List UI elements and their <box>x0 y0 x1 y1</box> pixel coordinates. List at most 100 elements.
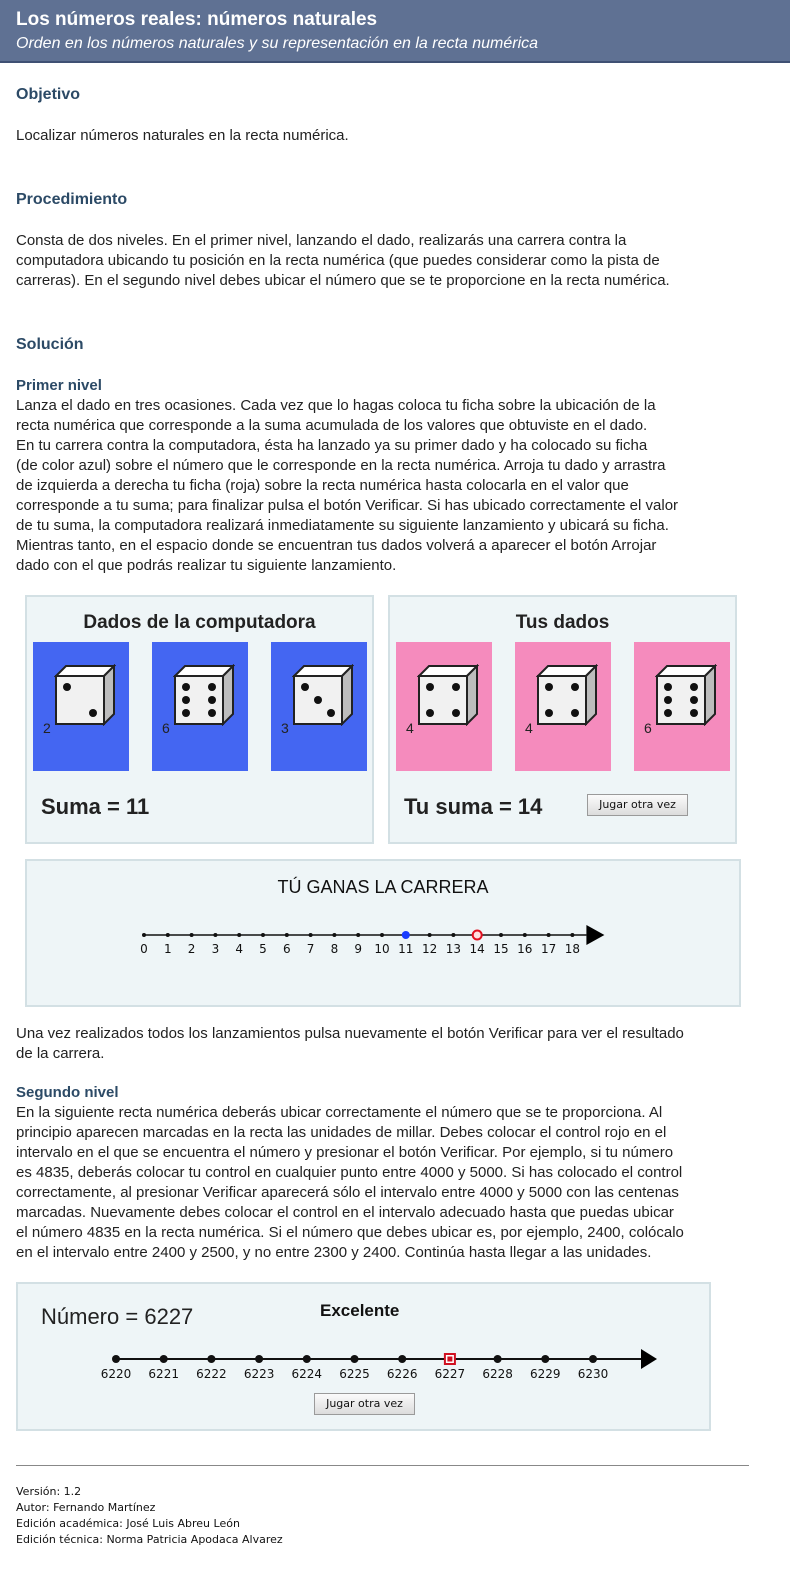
die-pip <box>208 696 216 704</box>
player-die-3: 6 <box>634 642 730 771</box>
locate-tick-dot <box>112 1355 120 1363</box>
die-pip <box>426 709 434 717</box>
locate-tick-label: 6225 <box>339 1367 370 1381</box>
locate-tick-dot <box>350 1355 359 1363</box>
footer-academic-edition: Edición académica: José Luis Abreu León <box>16 1517 240 1530</box>
die-pip <box>571 709 579 717</box>
race-tick-dot <box>546 933 551 937</box>
locate-tick-dot <box>159 1355 168 1363</box>
race-tick-dot <box>165 933 170 937</box>
text-line: de tu suma, la computadora realizará inm… <box>16 517 669 534</box>
locate-marker-core <box>447 1356 453 1362</box>
player-dice-title: Tus dados <box>515 612 610 633</box>
race-tick-dot <box>451 933 456 937</box>
race-tick-label: 16 <box>517 942 532 956</box>
race-tick-label: 15 <box>493 942 508 956</box>
die-value: 3 <box>281 720 289 736</box>
text-line: de izquierda a derecha tu ficha (roja) s… <box>16 477 629 494</box>
race-tick-dot <box>237 933 242 937</box>
die-pip <box>426 683 434 691</box>
race-tick-dot <box>332 933 337 937</box>
computer-sum-value: 11 <box>126 794 150 819</box>
objetivo-text: Localizar números naturales en la recta … <box>16 127 349 144</box>
text-line: Lanza el dado en tres ocasiones. Cada ve… <box>16 397 656 414</box>
race-tick-label: 3 <box>212 942 220 956</box>
primer-nivel-text: Lanza el dado en tres ocasiones. Cada ve… <box>16 396 756 576</box>
race-tick-dot <box>380 933 384 937</box>
die-pip <box>208 683 216 691</box>
die-pip <box>664 683 672 691</box>
objetivo-heading: Objetivo <box>16 86 81 103</box>
race-tick-label: 2 <box>188 942 196 956</box>
race-tick-label: 12 <box>422 942 437 956</box>
locate-tick-dot <box>302 1355 311 1363</box>
player-die-1: 4 <box>396 642 492 771</box>
die-icon <box>292 664 354 726</box>
player-sum: Tu suma = 14 <box>404 794 542 820</box>
locate-number-panel: Número = 6227 Excelente 6220 6221 6222 6223… <box>16 1282 711 1431</box>
die-pip <box>690 709 698 717</box>
race-track-panel: TÚ GANAS LA CARRERA 0 1 2 3 4 5 6 7 8 9 10 11 12 13 14… <box>25 859 741 1007</box>
locate-tick-dot <box>398 1355 407 1363</box>
die-icon <box>417 664 479 726</box>
die-side-face <box>341 664 353 726</box>
race-tick-label: 14 <box>470 942 485 956</box>
replay-button-level2[interactable]: Jugar otra vez <box>314 1393 415 1415</box>
die-side-face <box>222 664 234 726</box>
player-die-2: 4 <box>515 642 611 771</box>
text-line: es 4835, deberás colocar tu control en c… <box>16 1164 683 1181</box>
text-line: Consta de dos niveles. En el primer nive… <box>16 232 627 249</box>
text-line: En tu carrera contra la computadora, ést… <box>16 437 648 454</box>
solucion-heading: Solución <box>16 336 84 353</box>
race-tick-label: 18 <box>565 942 580 956</box>
locate-tick-label: 6227 <box>435 1367 466 1381</box>
die-value: 2 <box>43 720 51 736</box>
race-tick-dot <box>142 933 146 937</box>
race-tick-label: 10 <box>374 942 389 956</box>
die-icon <box>54 664 116 726</box>
text-line: Una vez realizados todos los lanzamiento… <box>16 1025 684 1042</box>
locate-tick-dot <box>493 1355 502 1363</box>
locate-tick-dot <box>255 1355 264 1363</box>
die-pip <box>545 683 553 691</box>
race-tick-label: 11 <box>398 942 413 956</box>
race-axis-arrow <box>586 925 605 945</box>
die-value: 4 <box>525 720 533 736</box>
replay-button-level1[interactable]: Jugar otra vez <box>587 794 688 816</box>
locate-tick-label: 6226 <box>387 1367 418 1381</box>
primer-nivel-closing-text: Una vez realizados todos los lanzamiento… <box>16 1024 756 1064</box>
die-pip <box>63 683 71 691</box>
die-pip <box>452 709 460 717</box>
die-pip <box>182 683 190 691</box>
die-pip <box>664 709 672 717</box>
text-line: Mientras tanto, en el espacio donde se e… <box>16 537 657 554</box>
text-line: en el intervalo entre 2400 y 2500, y no … <box>16 1244 652 1261</box>
footer-divider <box>16 1465 749 1466</box>
race-tick-label: 13 <box>446 942 461 956</box>
die-side-face <box>103 664 115 726</box>
die-side-face <box>585 664 597 726</box>
computer-token <box>401 931 410 939</box>
text-line: el número 4835 en la recta numérica. Si … <box>16 1224 684 1241</box>
player-dice-panel: Tus dados 4 4 6 Tu suma = 14 Jugar otra … <box>388 595 737 844</box>
die-value: 6 <box>162 720 170 736</box>
race-tick-dot <box>522 933 527 937</box>
locate-tick-label: 6224 <box>292 1367 323 1381</box>
race-number-line[interactable]: 0 1 2 3 4 5 6 7 8 9 10 11 12 13 14 15 16 17 18 <box>27 861 739 1005</box>
text-line: dado con el que podrás realizar tu sigui… <box>16 557 397 574</box>
race-tick-dot <box>570 933 575 937</box>
die-pip <box>208 709 216 717</box>
locate-tick-label: 6222 <box>196 1367 227 1381</box>
die-front-face <box>418 675 468 725</box>
die-side-face <box>704 664 716 726</box>
computer-dice-title: Dados de la computadora <box>83 612 316 633</box>
die-value: 6 <box>644 720 652 736</box>
die-front-face <box>55 675 105 725</box>
locate-tick-label: 6220 <box>101 1367 132 1381</box>
race-tick-dot <box>284 933 289 937</box>
computer-die-1: 2 <box>33 642 129 771</box>
die-pip <box>327 709 335 717</box>
text-line: de la carrera. <box>16 1045 105 1062</box>
die-icon <box>173 664 235 726</box>
computer-sum-label: Suma = <box>41 794 120 819</box>
